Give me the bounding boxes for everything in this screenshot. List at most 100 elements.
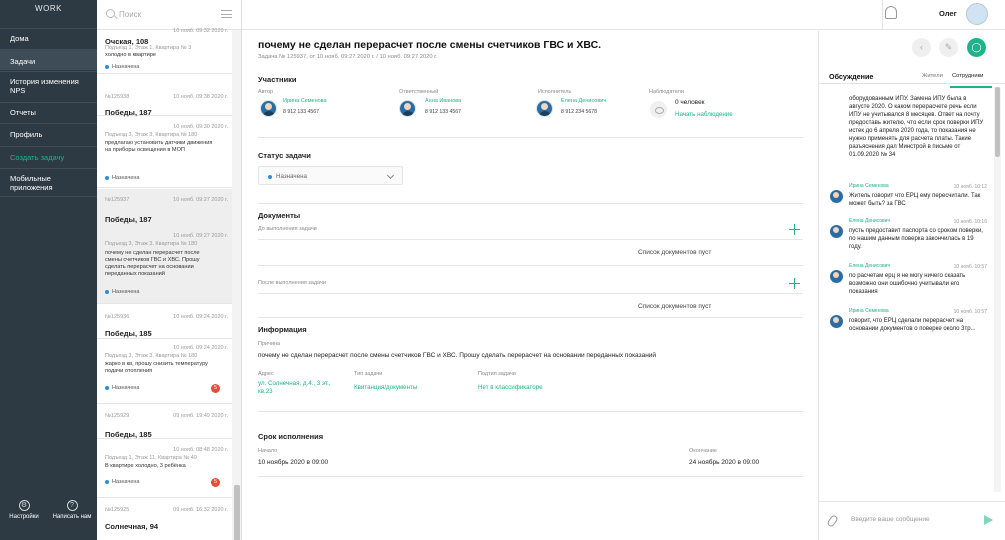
task-card[interactable]: 10 нояб. 08:48 2020 г. Подъезд 1, Этаж 1… — [97, 440, 232, 498]
avatar[interactable] — [966, 3, 988, 25]
brand-logo: WORK — [35, 4, 62, 13]
status-select[interactable]: Назначена — [258, 166, 403, 185]
search-bar[interactable]: Поиск — [97, 0, 241, 30]
nav-item-profile[interactable]: Профиль — [0, 130, 97, 139]
nav-divider — [0, 146, 97, 147]
message-input-bar: Введите ваше сообщение — [819, 501, 1005, 540]
task-number: №125938 — [105, 94, 130, 100]
status-dot-icon — [105, 385, 109, 390]
message-text: по расчетам ерц я не могу ничего сказать… — [849, 273, 966, 295]
user-name[interactable]: Олег — [939, 9, 957, 18]
message-input[interactable]: Введите ваше сообщение — [851, 516, 930, 523]
avatar — [830, 270, 843, 283]
task-meta: Задача № 125937, от 10 нояб. 09:27 2020 … — [258, 54, 438, 60]
status-badge: Назначена — [105, 175, 140, 181]
discussion-panel: Обсуждение Жители Сотрудники оборудованн… — [818, 31, 1005, 540]
nav-divider — [0, 123, 97, 124]
nav-item-tasks[interactable]: Задачи — [0, 50, 97, 70]
status-dot-icon — [105, 64, 109, 69]
task-location: Подъезд 1, Этаж 11, Квартира № 49 — [105, 455, 197, 461]
task-date: 10 нояб. 09:24 2020 г. — [173, 314, 228, 320]
responsible-name[interactable]: Анна Иванова — [425, 98, 461, 104]
scrollbar-thumb[interactable] — [995, 87, 1000, 157]
message-text: говорит, что ЕРЦ сделали перерасчет на о… — [849, 318, 976, 332]
task-address: Победы, 187 — [105, 108, 152, 117]
responsible-label: Ответственный — [399, 89, 439, 95]
start-observing-link[interactable]: Начать наблюдение — [675, 111, 733, 119]
status-badge: Назначена — [105, 385, 140, 391]
task-card[interactable]: 10 нояб. 09:30 2020 г. Подъезд 3, Этаж 3… — [97, 124, 232, 188]
task-address: Победы, 185 — [105, 329, 152, 338]
task-date: 10 нояб. 09:27 2020 г. — [173, 197, 228, 203]
tab-staff[interactable]: Сотрудники — [952, 73, 983, 79]
task-card[interactable]: 10 нояб. 09:32 2020 г. Очская, 108 Подъе… — [97, 28, 232, 74]
task-description: предлагаю установить датчики движения на… — [105, 140, 213, 153]
avatar — [830, 315, 843, 328]
task-date: 10 нояб. 08:48 2020 г. — [173, 447, 228, 453]
scrollbar-thumb[interactable] — [234, 485, 240, 540]
divider — [258, 411, 803, 412]
author-phone: 8 912 133 4567 — [283, 109, 320, 115]
nav-item-reports[interactable]: Отчеты — [0, 108, 97, 117]
page-title: почему не сделан перерасчет после смены … — [258, 39, 602, 51]
nav-item-create-task[interactable]: Создать задачу — [0, 153, 97, 162]
nav-divider — [0, 102, 97, 103]
task-date: 10 нояб. 09:38 2020 г. — [173, 94, 228, 100]
add-document-after-button[interactable] — [789, 278, 800, 289]
bell-icon[interactable] — [885, 6, 897, 19]
task-number: №125936 — [105, 314, 130, 320]
gear-icon: ⚙ — [18, 500, 30, 511]
executor-phone: 8 912 234 5678 — [561, 109, 598, 115]
nav-divider — [0, 71, 97, 72]
divider — [258, 265, 803, 266]
add-document-before-button[interactable] — [789, 224, 800, 235]
avatar — [260, 100, 277, 117]
search-input[interactable]: Поиск — [119, 10, 141, 19]
settings-button[interactable]: ⚙ Настройки — [4, 500, 44, 521]
task-type-link[interactable]: Квитанция/документы — [354, 384, 417, 392]
task-detail: почему не сделан перерасчет после смены … — [242, 31, 818, 540]
author-name[interactable]: Ирина Семенова — [283, 98, 327, 104]
task-date: 10 нояб. 09:24 2020 г. — [173, 345, 228, 351]
task-number: №125925 — [105, 507, 130, 513]
message-time: 10 нояб. 10:57 — [953, 264, 987, 270]
task-subtype-link[interactable]: Нет в классификаторе — [478, 384, 543, 392]
send-icon[interactable] — [984, 515, 993, 525]
message-author: Ирина Семенова — [849, 308, 889, 314]
divider — [258, 137, 803, 138]
task-card-selected[interactable]: №125937 10 нояб. 09:27 2020 г. Победы, 1… — [97, 189, 232, 304]
task-card[interactable]: №125925 09 нояб. 16:32 2020 г. Солнечная… — [97, 499, 232, 540]
task-location: Подъезд 3, Этаж 3, Квартира № 180 — [105, 241, 198, 247]
task-card[interactable]: 10 нояб. 09:24 2020 г. Подъезд 3, Этаж 3… — [97, 340, 232, 404]
filter-icon[interactable] — [221, 10, 232, 18]
status-badge: Назначена — [105, 479, 140, 485]
task-card[interactable]: №125929 09 нояб. 19:49 2020 г. Победы, 1… — [97, 405, 232, 439]
nav-divider — [0, 168, 97, 169]
message-text: оборудованным ИПУ. Замена ИПУ была в авг… — [849, 96, 984, 158]
task-description: жарко в кв, прошу снизить температуру по… — [105, 361, 208, 374]
nav-item-nps-history[interactable]: История изменения NPS — [0, 77, 85, 95]
message-time: 10 нояб. 10:16 — [953, 219, 987, 225]
message-author: Елена Денисович — [849, 263, 891, 269]
docs-after-empty: Список документов пуст — [638, 303, 712, 310]
task-date: 10 нояб. 09:30 2020 г. — [173, 124, 228, 130]
divider — [258, 476, 803, 477]
nav-item-mobile-apps[interactable]: Мобильные приложения — [0, 174, 85, 192]
list-scrollbar[interactable] — [232, 30, 241, 540]
task-subtype-label: Подтип задачи — [478, 371, 516, 377]
paperclip-icon[interactable] — [826, 514, 839, 528]
executor-name[interactable]: Елена Денисович — [561, 98, 606, 104]
address-link[interactable]: ул. Солнечная, д.4., 3 эт., кв.23 — [258, 380, 333, 396]
divider — [258, 203, 803, 204]
task-list-panel: Поиск 10 нояб. 09:32 2020 г. Очская, 108… — [97, 0, 242, 540]
task-card[interactable]: №125936 10 нояб. 09:24 2020 г. Победы, 1… — [97, 305, 232, 339]
write-us-button[interactable]: ? Написать нам — [52, 500, 92, 521]
nav-item-home[interactable]: Дома — [0, 34, 97, 43]
task-date: 09 нояб. 19:49 2020 г. — [173, 413, 228, 419]
top-bar: Олег — [242, 0, 1005, 30]
tab-residents[interactable]: Жители — [922, 73, 943, 79]
reason-label: Причина — [258, 341, 281, 347]
task-date: 10 нояб. 09:32 2020 г. — [173, 28, 228, 34]
discussion-scrollbar[interactable] — [994, 87, 1001, 492]
task-card[interactable]: №125938 10 нояб. 09:38 2020 г. Победы, 1… — [97, 90, 232, 117]
